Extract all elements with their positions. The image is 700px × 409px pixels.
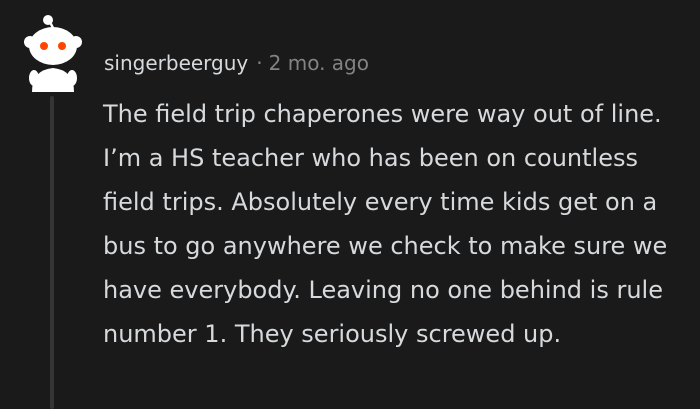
comment: singerbeerguy · 2 mo. ago The field trip… — [0, 0, 700, 409]
avatar[interactable] — [22, 12, 84, 92]
thread-line[interactable] — [50, 96, 54, 409]
comment-meta: singerbeerguy · 2 mo. ago — [104, 46, 369, 80]
comment-author[interactable]: singerbeerguy — [104, 51, 248, 75]
comment-timestamp[interactable]: 2 mo. ago — [269, 51, 369, 75]
meta-separator: · — [256, 51, 263, 75]
reddit-snoo-avatar-icon — [24, 15, 82, 92]
comment-body: The field trip chaperones were way out o… — [103, 100, 668, 348]
